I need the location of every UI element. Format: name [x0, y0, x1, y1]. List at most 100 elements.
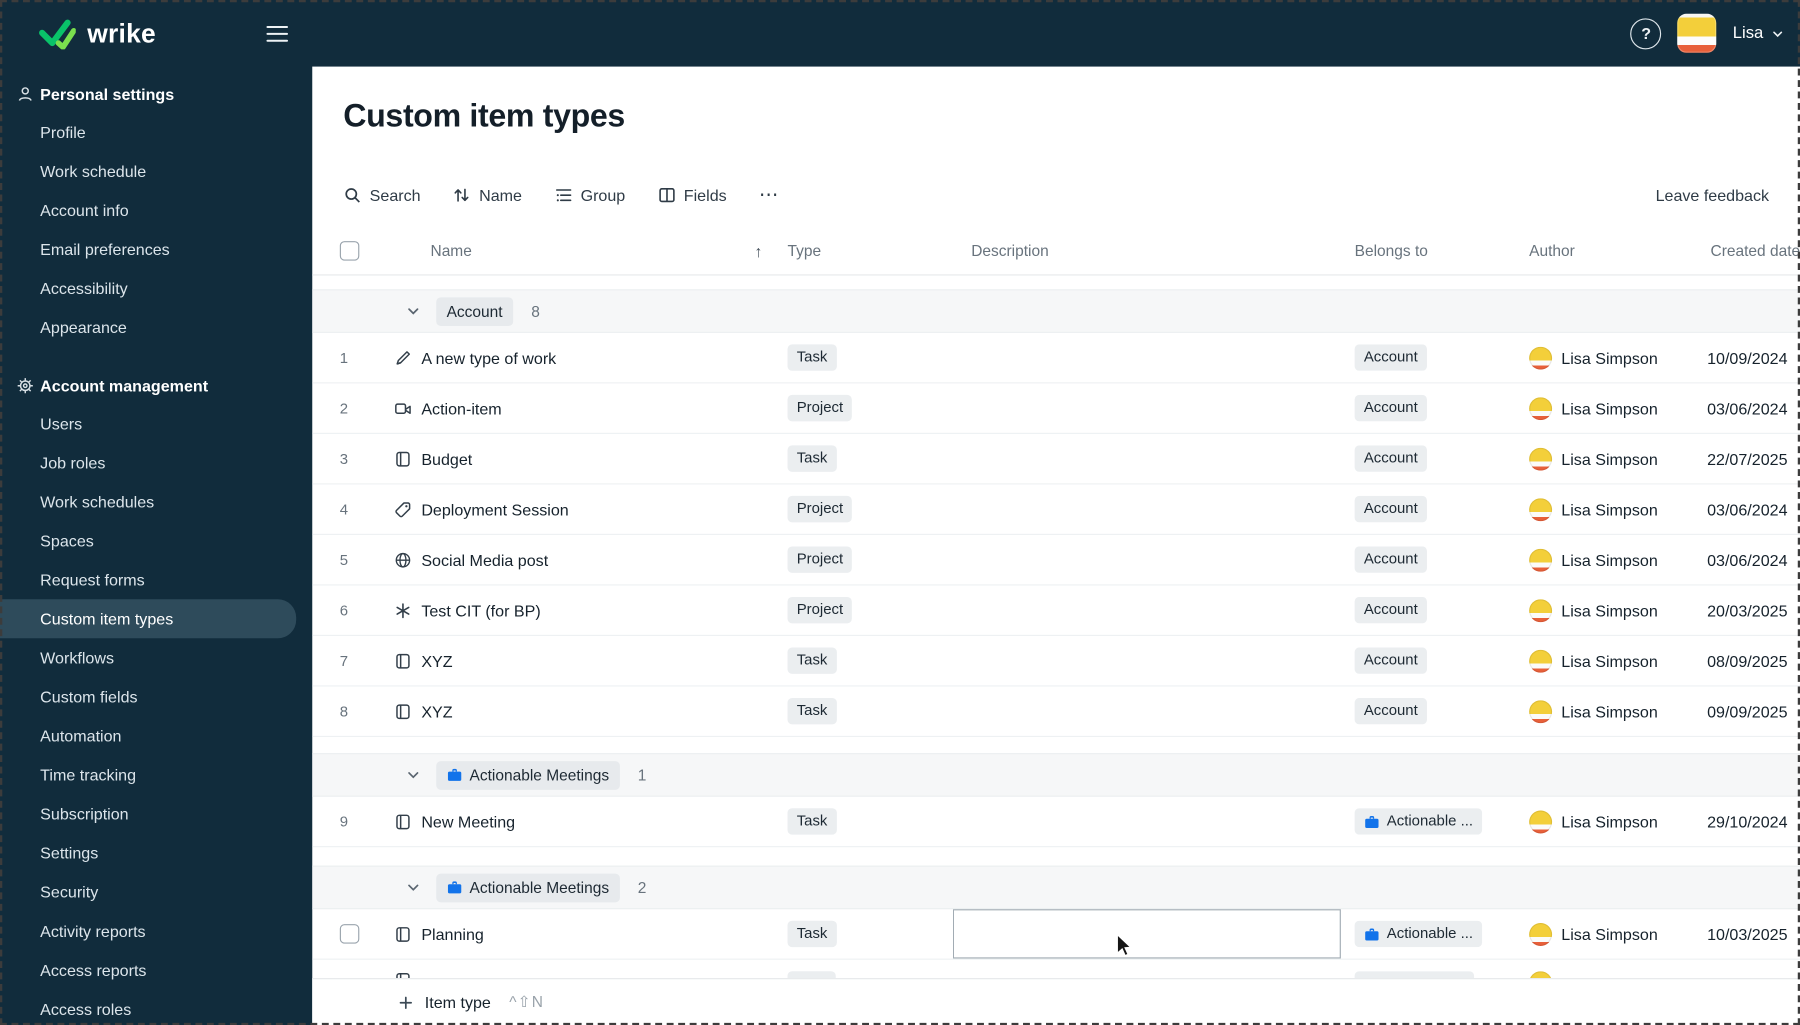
- type-badge: Project: [787, 495, 853, 523]
- created-date: 03/06/2024: [1707, 499, 1788, 519]
- row-checkbox[interactable]: [339, 924, 360, 944]
- description-cell[interactable]: [953, 535, 1341, 584]
- row-number: 8: [339, 702, 349, 720]
- sidebar-item-account-info[interactable]: Account info: [0, 191, 296, 230]
- sidebar-item-access-reports[interactable]: Access reports: [0, 951, 296, 990]
- question-mark-icon: ?: [1641, 24, 1652, 43]
- row-number: 2: [339, 399, 349, 417]
- sidebar-item-custom-item-types[interactable]: Custom item types: [0, 599, 297, 639]
- asterisk-icon: [394, 601, 412, 619]
- table-row[interactable]: 7 XYZ Task Account Lisa Simpson 08/09/20…: [312, 636, 1800, 687]
- avatar: [1529, 447, 1553, 471]
- sidebar-item-email-preferences[interactable]: Email preferences: [0, 230, 296, 269]
- table-row[interactable]: 2 Action-item Project Account Lisa Simps…: [312, 383, 1800, 434]
- group-header-row[interactable]: Actionable Meetings 2: [312, 865, 1800, 910]
- chevron-down-icon[interactable]: [406, 881, 420, 895]
- wrike-logo[interactable]: wrike: [39, 18, 156, 49]
- sidebar-item-workflows[interactable]: Workflows: [0, 638, 296, 677]
- sidebar-item-time-tracking[interactable]: Time tracking: [0, 755, 296, 794]
- sidebar-item-accessibility[interactable]: Accessibility: [0, 269, 296, 308]
- chevron-down-icon[interactable]: [406, 304, 420, 318]
- sidebar-item-profile[interactable]: Profile: [0, 113, 296, 152]
- user-menu[interactable]: Lisa: [1733, 24, 1784, 42]
- created-date: 10/09/2024: [1707, 348, 1788, 367]
- belongs-to-badge: Account: [1354, 495, 1427, 523]
- description-cell[interactable]: [953, 434, 1341, 483]
- briefcase-icon: [447, 879, 463, 895]
- column-header-name[interactable]: Name ↑: [367, 242, 769, 260]
- topbar: wrike ? Lisa: [0, 0, 1800, 67]
- briefcase-icon: [1364, 813, 1380, 829]
- row-number: 1: [339, 348, 349, 367]
- created-date: 20/03/2025: [1707, 600, 1788, 620]
- column-header-description[interactable]: Description: [953, 242, 1341, 259]
- leave-feedback-link[interactable]: Leave feedback: [1656, 186, 1769, 204]
- avatar: [1529, 699, 1553, 723]
- add-item-type-button[interactable]: Item type: [425, 993, 491, 1011]
- table-row[interactable]: 9 New Meeting Task Actionable ... Lisa S…: [312, 797, 1800, 848]
- description-cell[interactable]: [953, 687, 1341, 736]
- sidebar-nav: Personal settings Profile Work schedule …: [0, 76, 312, 1025]
- sort-ascending-icon[interactable]: ↑: [754, 242, 762, 260]
- item-name: Test CIT (for BP): [421, 600, 541, 620]
- row-number: 7: [339, 652, 349, 670]
- created-date: 29/10/2024: [1707, 812, 1788, 831]
- type-badge: Task: [787, 698, 837, 725]
- created-date: 03/06/2024: [1707, 550, 1788, 569]
- description-cell[interactable]: [953, 909, 1341, 958]
- sidebar-item-automation[interactable]: Automation: [0, 716, 296, 755]
- description-cell[interactable]: [953, 797, 1341, 846]
- keyboard-shortcut: ^⇧N: [509, 993, 545, 1011]
- table-row[interactable]: 6 Test CIT (for BP) Project Account Lisa…: [312, 585, 1800, 636]
- search-button[interactable]: Search: [343, 186, 421, 204]
- description-cell[interactable]: [953, 585, 1341, 634]
- group-count: 1: [637, 766, 647, 784]
- group-button[interactable]: Group: [554, 186, 625, 204]
- description-cell[interactable]: [953, 333, 1341, 382]
- sidebar-item-activity-reports[interactable]: Activity reports: [0, 912, 296, 951]
- belongs-to-badge: Account: [1354, 698, 1427, 725]
- description-cell[interactable]: [953, 636, 1341, 685]
- briefcase-icon: [447, 767, 463, 783]
- sidebar-item-work-schedule[interactable]: Work schedule: [0, 152, 296, 191]
- table-row[interactable]: 1 A new type of work Task Account Lisa S…: [312, 333, 1800, 384]
- description-cell[interactable]: [953, 383, 1341, 432]
- sidebar-item-subscription[interactable]: Subscription: [0, 794, 296, 833]
- chevron-down-icon[interactable]: [406, 768, 420, 782]
- sidebar-item-custom-fields[interactable]: Custom fields: [0, 677, 296, 716]
- row-number: 6: [339, 601, 349, 619]
- group-header-row[interactable]: Actionable Meetings 1: [312, 753, 1800, 797]
- select-all-checkbox[interactable]: [339, 241, 360, 261]
- sidebar-item-work-schedules[interactable]: Work schedules: [0, 482, 296, 521]
- type-badge: Task: [787, 445, 837, 472]
- help-button[interactable]: ?: [1630, 17, 1662, 49]
- belongs-to-badge: Actionable ...: [1354, 808, 1483, 835]
- hamburger-menu-icon[interactable]: [266, 25, 288, 42]
- belongs-to-badge: Account: [1354, 647, 1427, 674]
- table-row[interactable]: Planning Task Actionable ... Lisa Simpso…: [312, 909, 1800, 960]
- description-cell[interactable]: [953, 484, 1341, 533]
- table-row[interactable]: 5 Social Media post Project Account Lisa…: [312, 535, 1800, 586]
- fields-button[interactable]: Fields: [657, 186, 727, 204]
- sidebar-item-access-roles[interactable]: Access roles: [0, 990, 296, 1025]
- sidebar-item-appearance[interactable]: Appearance: [0, 308, 296, 347]
- column-header-type[interactable]: Type: [769, 242, 953, 259]
- column-header-belongs-to[interactable]: Belongs to: [1341, 242, 1515, 259]
- column-header-created-date[interactable]: Created date: [1690, 242, 1800, 259]
- sidebar-item-settings[interactable]: Settings: [0, 833, 296, 872]
- sidebar-item-request-forms[interactable]: Request forms: [0, 560, 296, 599]
- sidebar-item-spaces[interactable]: Spaces: [0, 521, 296, 560]
- more-options-button[interactable]: ⋯: [759, 184, 780, 207]
- table-row[interactable]: 3 Budget Task Account Lisa Simpson 22/07…: [312, 434, 1800, 485]
- sidebar-item-security[interactable]: Security: [0, 872, 296, 911]
- column-header-author[interactable]: Author: [1515, 242, 1689, 259]
- user-avatar[interactable]: [1677, 13, 1717, 53]
- table-row[interactable]: 8 XYZ Task Account Lisa Simpson 09/09/20…: [312, 687, 1800, 738]
- author-cell: Lisa Simpson: [1515, 447, 1689, 471]
- group-header-row[interactable]: Account 8: [312, 289, 1800, 333]
- sidebar-item-job-roles[interactable]: Job roles: [0, 443, 296, 482]
- sidebar-item-users[interactable]: Users: [0, 404, 296, 443]
- table-row[interactable]: 4 Deployment Session Project Account Lis…: [312, 484, 1800, 535]
- sort-by-button[interactable]: Name: [453, 186, 522, 204]
- avatar: [1529, 922, 1553, 946]
